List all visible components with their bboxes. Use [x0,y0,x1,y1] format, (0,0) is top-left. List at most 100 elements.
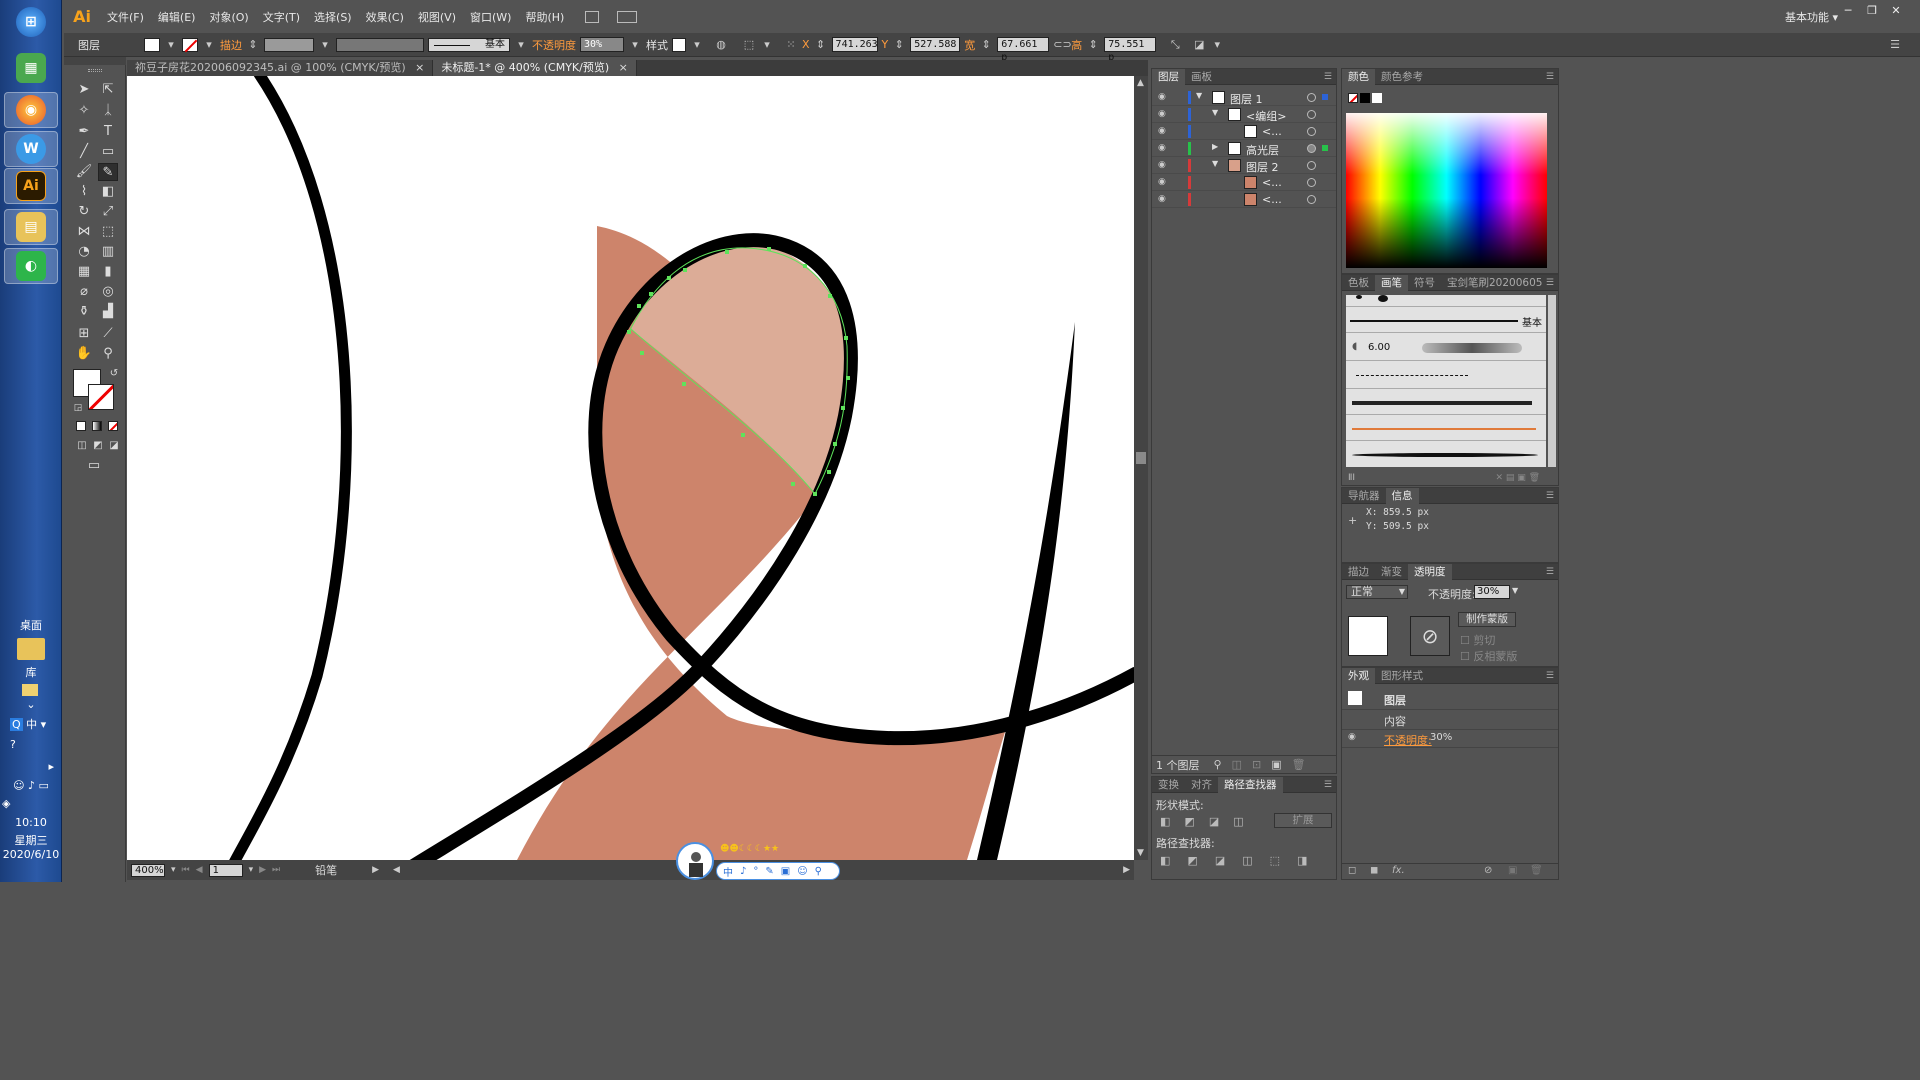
anchor-point[interactable] [741,433,745,437]
arrange-documents-icon[interactable] [617,10,638,23]
menu-select[interactable]: 选择(S) [307,9,359,25]
tab-swatches[interactable]: 色板 [1342,275,1375,291]
new-sublayer-icon[interactable]: ⊡ [1252,758,1261,771]
visibility-eye-icon[interactable]: ◉ [1158,126,1168,136]
panel-menu-icon[interactable]: ☰ [1546,671,1554,681]
anchor-point[interactable] [846,376,850,380]
bridge-icon[interactable] [585,10,600,23]
duplicate-item-icon[interactable]: ▣ [1508,865,1517,876]
tools-grip[interactable] [88,69,102,72]
clock-date[interactable]: 2020/6/10 [0,848,62,861]
ime-floating-bar[interactable]: ☻☻☾☾☾★★ 中 ♪ ° ✎ ▣ ☺ ⚲ [676,842,844,882]
delete-layer-icon[interactable]: 🗑 [1292,758,1306,771]
tab-gradient[interactable]: 渐变 [1375,564,1408,580]
panel-menu-icon[interactable]: ☰ [1546,491,1554,501]
visibility-eye-icon[interactable]: ◉ [1158,143,1168,153]
ime-punctuation-icon[interactable]: ° [753,866,758,877]
perspective-grid-tool-icon[interactable]: ▥ [98,243,118,261]
opacity-dropdown-icon[interactable]: ▼ [1512,586,1518,595]
width-input[interactable]: 67.661 p [997,37,1050,63]
anchor-point[interactable] [827,470,831,474]
anchor-point[interactable] [725,250,729,254]
visibility-eye-icon[interactable]: ◉ [1158,194,1168,204]
maximize-button[interactable]: ❐ [1862,4,1882,18]
selection-square-icon[interactable] [1322,94,1328,100]
x-input[interactable]: 741.263 [831,37,878,52]
align-options-icon[interactable]: ⬚ [742,38,756,52]
shape-builder-tool-icon[interactable]: ◔ [74,243,94,261]
brush-row-dashed[interactable] [1346,363,1546,389]
expand-toggle-icon[interactable]: ▼ [1196,91,1202,100]
mask-link-icon[interactable]: ⊘ [1410,616,1450,656]
library-label[interactable]: 库 [0,664,62,680]
add-effect-icon[interactable]: fx. [1392,865,1405,876]
none-color-swatch[interactable] [1348,93,1358,103]
graphic-style-swatch[interactable] [672,37,686,52]
menu-view[interactable]: 视图(V) [411,9,463,25]
slice-tool-icon[interactable]: ⟋ [98,325,118,343]
clock-day[interactable]: 星期三 [0,832,62,848]
hand-tool-icon[interactable]: ✋ [74,345,94,363]
artwork[interactable] [127,76,1134,860]
brush-list-scrollbar[interactable] [1548,295,1556,467]
layer-row-path[interactable]: ◉ <... [1152,191,1336,208]
rectangle-tool-icon[interactable]: ▭ [98,143,118,161]
taskbar-app-illustrator[interactable]: Ai [4,168,58,204]
panel-menu-icon[interactable]: ☰ [1546,567,1554,577]
object-thumbnail[interactable] [1348,616,1388,656]
anchor-point[interactable] [841,406,845,410]
control-panel-menu-icon[interactable]: ☰ [1888,38,1902,52]
emoji-row[interactable]: ☻☻☾☾☾★★ [720,844,779,854]
menu-object[interactable]: 对象(O) [202,9,255,25]
last-artboard-icon[interactable]: ⏭ [272,865,280,875]
fill-swatch[interactable] [144,37,160,52]
panel-menu-icon[interactable]: ☰ [1324,780,1332,790]
taskbar-app-explorer[interactable]: ▤ [4,209,58,245]
anchor-point[interactable] [844,336,848,340]
status-menu-icon[interactable]: ▶ [372,865,379,875]
tab-color-guide[interactable]: 颜色参考 [1375,69,1429,85]
stroke-weight-stepper[interactable]: ⇕ [246,38,260,52]
target-circle-icon[interactable] [1307,195,1316,204]
brush-row-basic[interactable]: 基本 [1346,309,1546,333]
tab-symbols[interactable]: 符号 [1408,275,1441,291]
folder-small-icon[interactable] [22,684,38,696]
layer-row-path[interactable]: ◉ <... [1152,174,1336,191]
opacity-input[interactable]: 30% [1474,585,1510,599]
visibility-eye-icon[interactable]: ◉ [1158,109,1168,119]
minimize-button[interactable]: ─ [1838,4,1858,18]
tab-appearance[interactable]: 外观 [1342,667,1375,684]
clock-time[interactable]: 10:10 [0,816,62,829]
pencil-tool-icon[interactable]: ✎ [98,163,118,181]
artboard-number-field[interactable]: 1 [208,863,243,877]
tab-layers[interactable]: 图层 [1152,68,1185,85]
anchor-point[interactable] [803,264,807,268]
taskbar-app-wechat[interactable]: ◐ [4,248,58,284]
visibility-eye-icon[interactable]: ◉ [1348,732,1356,742]
layer-row-layer2[interactable]: ◉ ▼ 图层 2 [1152,157,1336,174]
anchor-point[interactable] [667,276,671,280]
brush-definition-field[interactable]: 基本 [428,37,510,52]
library-folder-icon[interactable] [17,638,45,660]
tab-brushes[interactable]: 画笔 [1375,274,1408,291]
color-spectrum[interactable] [1346,113,1547,268]
taskbar-app-sheet[interactable]: ▦ [4,50,58,86]
intersect-icon[interactable]: ◪ [1209,815,1219,828]
scale-tool-icon[interactable]: ⤢ [98,203,118,221]
ime-keyboard-icon[interactable]: ▣ [781,866,790,877]
tab-pathfinder[interactable]: 路径查找器 [1218,776,1283,793]
desktop-label[interactable]: 桌面 [0,617,62,633]
transform-icon[interactable]: ⤡ [1168,38,1182,52]
color-mode-icon[interactable] [76,421,86,431]
none-mode-icon[interactable] [108,421,118,431]
reference-point-icon[interactable]: ⁙ [784,38,798,52]
ime-toolbar[interactable]: 中 ♪ ° ✎ ▣ ☺ ⚲ [716,862,840,880]
opacity-dropdown-icon[interactable]: ▾ [628,38,642,52]
blob-brush-tool-icon[interactable]: ⌇ [74,183,94,201]
appearance-layer-row[interactable]: 图层 [1342,688,1558,710]
anchor-point[interactable] [637,304,641,308]
menu-window[interactable]: 窗口(W) [463,9,518,25]
anchor-point[interactable] [813,492,817,496]
close-button[interactable]: ✕ [1886,4,1906,18]
symbol-sprayer-tool-icon[interactable]: ⚱ [74,303,94,321]
